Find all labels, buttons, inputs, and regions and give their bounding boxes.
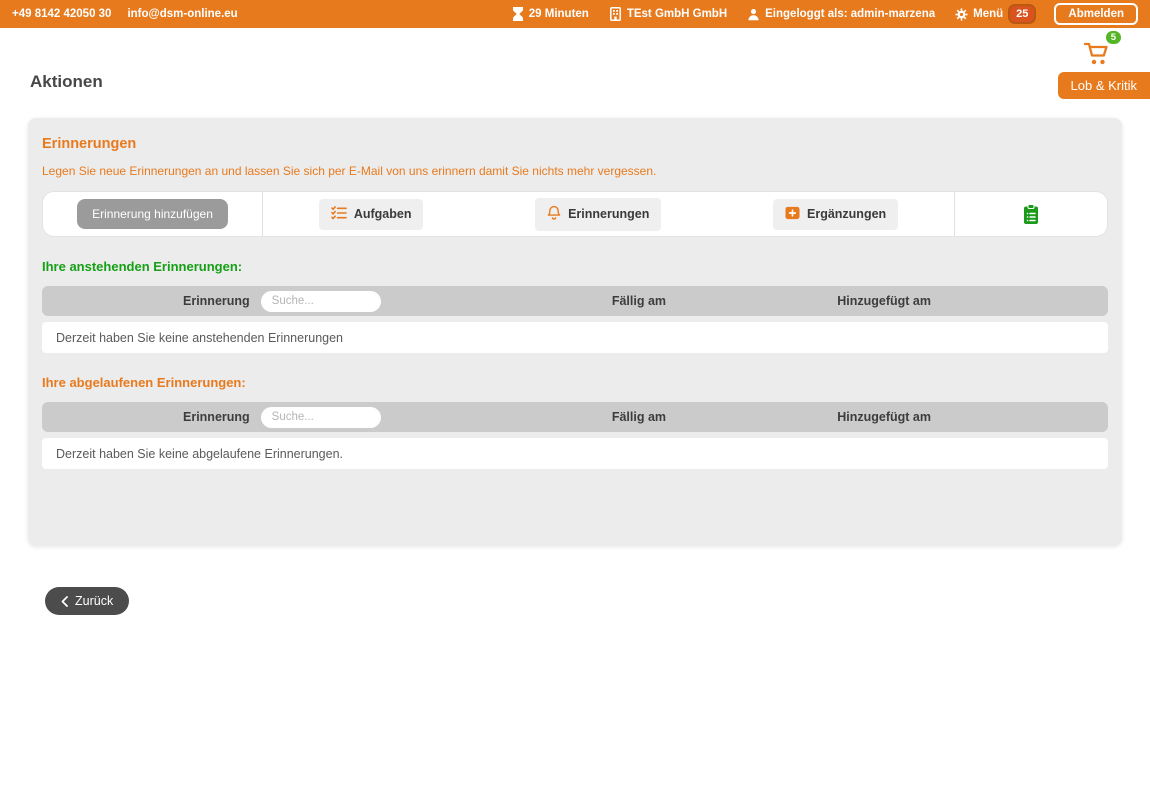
logged-in-user: Eingeloggt als: admin-marzena — [747, 8, 935, 21]
expired-search-input[interactable] — [261, 407, 381, 428]
expired-col-erinnerung-label: Erinnerung — [183, 410, 250, 424]
tab-erinnerungen[interactable]: Erinnerungen — [535, 198, 661, 231]
cart-count-badge: 5 — [1105, 30, 1122, 45]
company-label: TEst GmbH GmbH — [627, 8, 727, 20]
expired-empty-row: Derzeit haben Sie keine abgelaufene Erin… — [42, 438, 1108, 469]
building-icon — [609, 7, 622, 21]
back-button-label: Zurück — [75, 594, 113, 608]
expired-col-faellig: Fällig am — [522, 410, 757, 424]
expired-table-header: Erinnerung Fällig am Hinzugefügt am — [42, 402, 1108, 432]
company-selector[interactable]: TEst GmbH GmbH — [609, 7, 727, 21]
page-title: Aktionen — [30, 72, 103, 92]
phone-label: +49 8142 42050 30 — [12, 8, 111, 20]
gear-icon — [955, 8, 968, 21]
upcoming-col-faellig: Fällig am — [522, 294, 757, 308]
menu-label: Menü — [973, 8, 1003, 20]
email-link[interactable]: info@dsm-online.eu — [127, 8, 237, 20]
reminders-card: Erinnerungen Legen Sie neue Erinnerungen… — [28, 118, 1122, 546]
tasks-list-icon — [331, 206, 347, 223]
back-button[interactable]: Zurück — [45, 587, 129, 615]
add-reminder-button[interactable]: Erinnerung hinzufügen — [77, 199, 228, 229]
user-icon — [747, 8, 760, 21]
tab-erinnerungen-label: Erinnerungen — [568, 207, 649, 221]
bell-icon — [547, 205, 561, 224]
tab-ergaenzungen[interactable]: Ergänzungen — [773, 199, 898, 230]
session-timer: 29 Minuten — [512, 7, 589, 21]
upcoming-empty-text: Derzeit haben Sie keine anstehenden Erin… — [56, 331, 343, 345]
session-timer-label: 29 Minuten — [529, 8, 589, 20]
logout-button[interactable]: Abmelden — [1054, 3, 1138, 25]
email-label: info@dsm-online.eu — [127, 8, 237, 20]
tab-section-middle: Aufgaben Erinnerungen Ergänzungen — [263, 192, 955, 236]
card-subtitle: Legen Sie neue Erinnerungen an und lasse… — [42, 164, 1108, 178]
tab-section-add: Erinnerung hinzufügen — [43, 192, 263, 236]
tab-section-clipboard — [955, 192, 1107, 236]
upcoming-empty-row: Derzeit haben Sie keine anstehenden Erin… — [42, 322, 1108, 353]
reminders-tabbar: Erinnerung hinzufügen Aufgaben Erinnerun… — [42, 191, 1108, 237]
tab-aufgaben[interactable]: Aufgaben — [319, 199, 424, 230]
expired-empty-text: Derzeit haben Sie keine abgelaufene Erin… — [56, 447, 343, 461]
menu-notification-badge[interactable]: 25 — [1010, 6, 1034, 22]
upcoming-table-header: Erinnerung Fällig am Hinzugefügt am — [42, 286, 1108, 316]
add-square-icon — [785, 206, 800, 223]
app-root: +49 8142 42050 30 info@dsm-online.eu 29 … — [0, 0, 1150, 812]
upcoming-heading: Ihre anstehenden Erinnerungen: — [42, 259, 1108, 274]
chevron-left-icon — [61, 596, 68, 607]
upcoming-search-input[interactable] — [261, 291, 381, 312]
expired-col-erinnerung: Erinnerung — [42, 407, 522, 428]
clipboard-list-icon — [1022, 204, 1040, 225]
upcoming-col-erinnerung-label: Erinnerung — [183, 294, 250, 308]
expired-col-hinzugefuegt: Hinzugefügt am — [756, 410, 1012, 424]
expired-heading: Ihre abgelaufenen Erinnerungen: — [42, 375, 1108, 390]
tab-ergaenzungen-label: Ergänzungen — [807, 207, 886, 221]
tab-clipboard[interactable] — [1018, 200, 1044, 229]
card-title: Erinnerungen — [42, 136, 1108, 152]
top-bar: +49 8142 42050 30 info@dsm-online.eu 29 … — [0, 0, 1150, 28]
upcoming-col-erinnerung: Erinnerung — [42, 291, 522, 312]
hourglass-icon — [512, 7, 524, 21]
tab-aufgaben-label: Aufgaben — [354, 207, 412, 221]
feedback-button[interactable]: Lob & Kritik — [1058, 72, 1150, 99]
phone-number[interactable]: +49 8142 42050 30 — [12, 8, 111, 20]
menu-button[interactable]: Menü 25 — [955, 6, 1034, 22]
cart-button[interactable]: 5 — [1084, 36, 1118, 66]
logged-in-label: Eingeloggt als: admin-marzena — [765, 8, 935, 20]
upcoming-col-hinzugefuegt: Hinzugefügt am — [756, 294, 1012, 308]
